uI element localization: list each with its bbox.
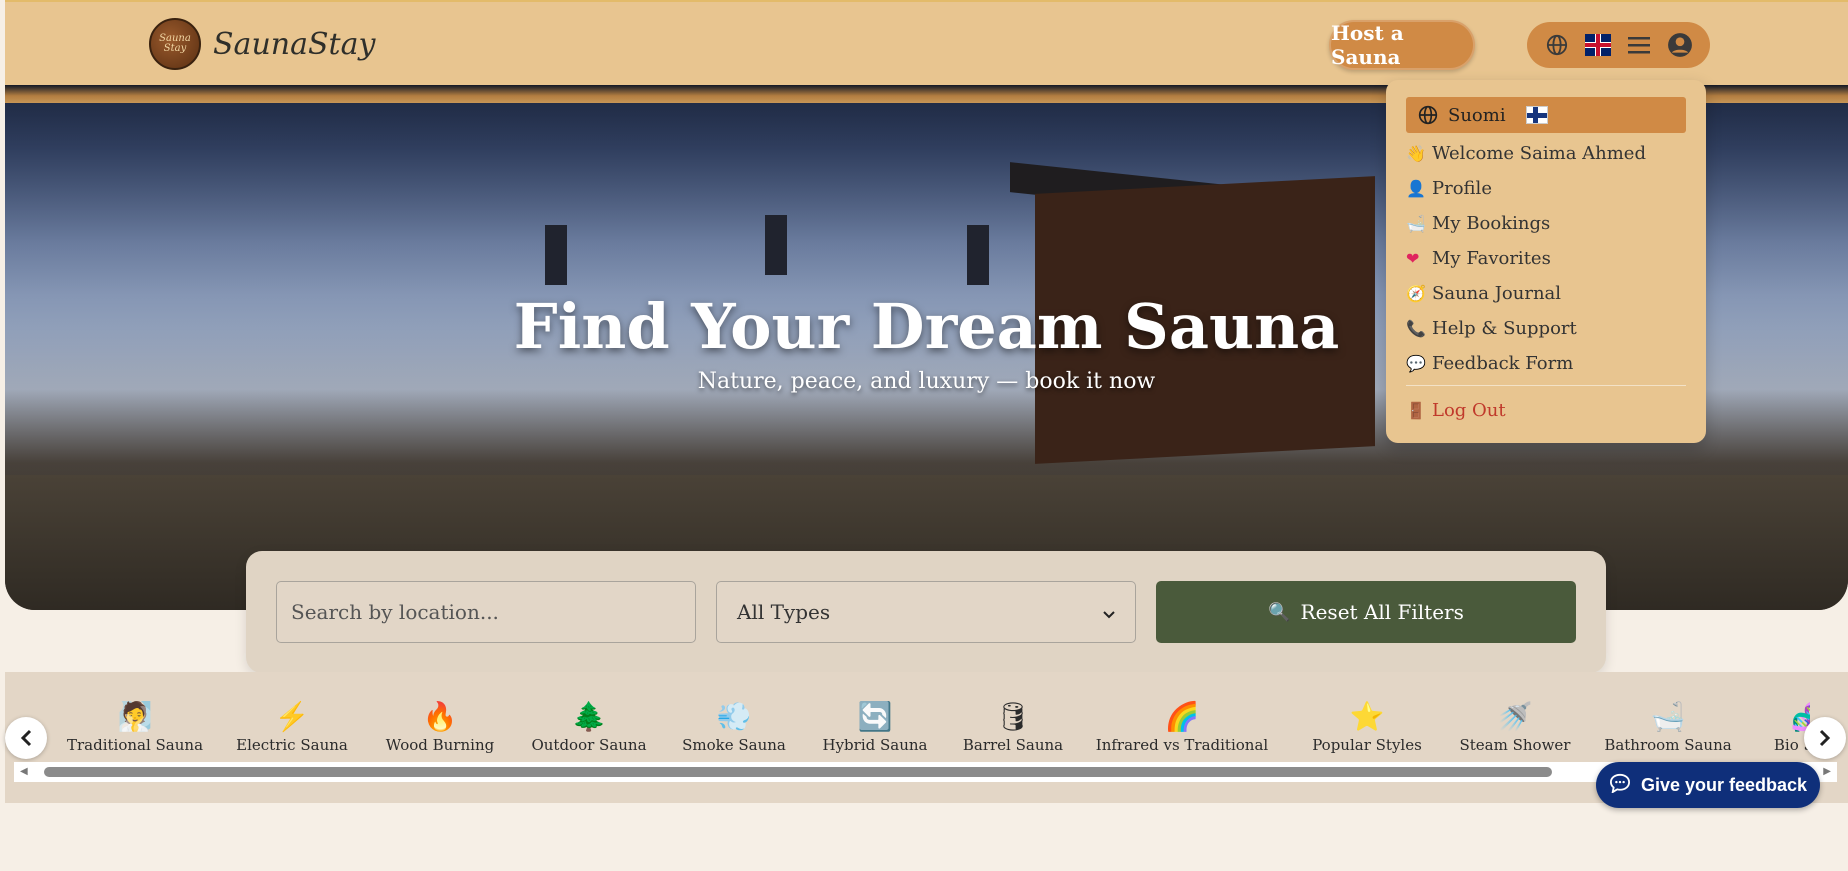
category-label: Smoke Sauna [682, 736, 786, 754]
scroll-right-arrow-icon[interactable]: ▶ [1823, 766, 1831, 777]
location-search-input[interactable] [276, 581, 696, 643]
speech-bubble-icon: 💬 [1406, 353, 1426, 373]
search-panel: All Types 🔍 Reset All Filters [246, 551, 1606, 673]
logo-badge: Sauna Stay [149, 18, 201, 70]
menu-item-my-favorites[interactable]: ❤ My Favorites [1406, 243, 1551, 273]
category-item[interactable]: 🚿 Steam Shower [1442, 700, 1588, 760]
scroll-left-arrow-icon[interactable]: ◀ [20, 766, 28, 777]
menu-item-sauna-journal[interactable]: 🧭 Sauna Journal [1406, 278, 1561, 308]
welcome-user-item: 👋 Welcome Saima Ahmed [1406, 138, 1646, 168]
category-item[interactable]: 🔄 Hybrid Sauna [796, 700, 954, 760]
category-list: 🧖 Traditional Sauna ⚡ Electric Sauna 🔥 Wood… [60, 700, 1810, 760]
carousel-prev-button[interactable] [5, 717, 47, 759]
category-item[interactable]: 🔥 Wood Burning [374, 700, 506, 760]
globe-icon[interactable] [1544, 32, 1570, 58]
menu-item-feedback-form[interactable]: 💬 Feedback Form [1406, 348, 1573, 378]
category-carousel: 🧖 Traditional Sauna ⚡ Electric Sauna 🔥 Wood… [5, 672, 1848, 803]
bathtub-icon: 🛁 [1406, 213, 1426, 233]
rainbow-icon: 🌈 [1164, 700, 1200, 733]
language-option-suomi[interactable]: Suomi [1406, 97, 1686, 133]
heart-icon: ❤ [1406, 248, 1420, 268]
user-avatar-icon[interactable] [1667, 32, 1693, 58]
category-item[interactable]: 🛢 Barrel Sauna [954, 700, 1072, 760]
traditional-sauna-icon: 🧖 [117, 700, 153, 733]
reset-filters-button[interactable]: 🔍 Reset All Filters [1156, 581, 1576, 643]
hero-post [545, 225, 567, 285]
profile-icon: 👤 [1406, 178, 1426, 198]
chevron-down-icon [1103, 600, 1115, 624]
tree-icon: 🌲 [571, 700, 607, 733]
scrollbar-thumb[interactable] [44, 767, 1552, 777]
menu-item-label: Help & Support [1432, 317, 1577, 339]
door-icon: 🚪 [1406, 400, 1426, 420]
category-item[interactable]: 🌈 Infrared vs Traditional [1072, 700, 1292, 760]
category-label: Traditional Sauna [66, 736, 204, 754]
category-label: Wood Burning [385, 736, 495, 754]
category-item[interactable]: 🛁 Bathroom Sauna [1588, 700, 1748, 760]
category-label: Bathroom Sauna [1604, 736, 1732, 754]
user-dropdown-menu: Suomi 👋 Welcome Saima Ahmed 👤 Profile 🛁 My … [1386, 80, 1706, 443]
chevron-left-icon [20, 729, 32, 747]
language-label: Suomi [1448, 104, 1506, 126]
category-label: Electric Sauna [236, 736, 348, 754]
menu-item-help-support[interactable]: 📞 Help & Support [1406, 313, 1577, 343]
phone-icon: 📞 [1406, 318, 1426, 338]
reset-filters-label: Reset All Filters [1300, 600, 1464, 624]
compass-icon: 🧭 [1406, 283, 1426, 303]
user-menu-button[interactable] [1527, 22, 1710, 68]
chevron-right-icon [1819, 729, 1831, 747]
category-item[interactable]: 🧬Bio Saun [1748, 700, 1810, 760]
category-item[interactable]: ⭐ Popular Styles [1292, 700, 1442, 760]
magnifier-icon: 🔍 [1268, 601, 1291, 623]
category-label: Popular Styles [1312, 736, 1422, 754]
fire-icon: 🔥 [422, 700, 458, 733]
hero-post [765, 215, 787, 275]
lightning-icon: ⚡ [274, 700, 310, 733]
category-label: Hybrid Sauna [822, 736, 928, 754]
category-item[interactable]: 💨 Smoke Sauna [672, 700, 796, 760]
give-feedback-label: Give your feedback [1640, 774, 1808, 795]
menu-item-profile[interactable]: 👤 Profile [1406, 173, 1492, 203]
logout-label: Log Out [1432, 399, 1506, 421]
flag-finland-icon [1525, 106, 1548, 124]
carousel-scrollbar[interactable]: ◀ ▶ [14, 762, 1837, 782]
shower-icon: 🚿 [1497, 700, 1533, 733]
menu-item-label: My Bookings [1432, 212, 1551, 234]
waving-hand-icon: 👋 [1406, 143, 1426, 163]
host-a-sauna-button[interactable]: Host a Sauna [1329, 20, 1475, 70]
menu-divider [1406, 385, 1686, 386]
menu-item-label: Sauna Journal [1432, 282, 1562, 304]
category-item[interactable]: ⚡ Electric Sauna [210, 700, 374, 760]
category-label: Barrel Sauna [962, 736, 1064, 754]
hero-post [967, 225, 989, 285]
category-label: Infrared vs Traditional [1095, 736, 1269, 754]
menu-item-label: My Favorites [1432, 247, 1551, 269]
logo[interactable]: Sauna Stay SaunaStay [149, 18, 375, 70]
globe-icon [1418, 105, 1438, 125]
cycle-icon: 🔄 [857, 700, 893, 733]
top-navbar: Sauna Stay SaunaStay Host a Sauna [5, 0, 1848, 85]
chat-bubble-icon [1609, 773, 1631, 798]
carousel-next-button[interactable] [1804, 717, 1846, 759]
logo-text: SaunaStay [213, 26, 376, 62]
hamburger-menu-icon[interactable] [1626, 32, 1652, 58]
menu-item-my-bookings[interactable]: 🛁 My Bookings [1406, 208, 1550, 238]
star-icon: ⭐ [1349, 700, 1385, 733]
menu-item-label: Feedback Form [1432, 352, 1574, 374]
welcome-label: Welcome Saima Ahmed [1432, 142, 1646, 164]
category-label: Outdoor Sauna [531, 736, 647, 754]
flag-uk-icon[interactable] [1585, 32, 1612, 58]
menu-item-label: Profile [1432, 177, 1492, 199]
smoke-icon: 💨 [716, 700, 752, 733]
barrel-icon: 🛢 [995, 700, 1031, 733]
sauna-type-selected: All Types [737, 600, 831, 624]
category-item[interactable]: 🧖 Traditional Sauna [60, 700, 210, 760]
give-feedback-button[interactable]: Give your feedback [1596, 762, 1820, 808]
menu-item-log-out[interactable]: 🚪 Log Out [1406, 395, 1506, 425]
sauna-type-select[interactable]: All Types [716, 581, 1136, 643]
bathtub-icon: 🛁 [1650, 700, 1686, 733]
category-item[interactable]: 🌲 Outdoor Sauna [506, 700, 672, 760]
category-label: Steam Shower [1459, 736, 1571, 754]
